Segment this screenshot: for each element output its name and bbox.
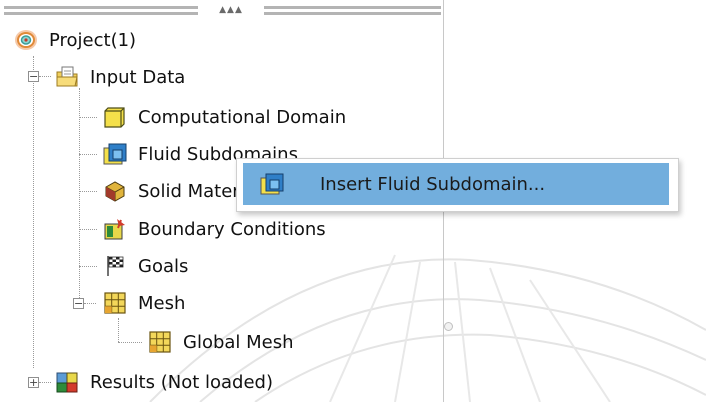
tree-line: [79, 154, 97, 155]
tree-item-boundary-conditions[interactable]: Boundary Conditions: [103, 213, 326, 245]
tree-item-label: Goals: [138, 255, 189, 277]
tree-line: [118, 318, 119, 342]
tree-item-label: Project(1): [49, 29, 137, 51]
panel-splitter[interactable]: ▲▲▲: [4, 4, 441, 18]
tree-item-project[interactable]: Project(1): [14, 24, 136, 56]
tree-item-label: Mesh: [138, 292, 186, 314]
tree-line: [79, 191, 97, 192]
collapse-mesh-button[interactable]: −: [73, 298, 84, 309]
tree-item-computational-domain[interactable]: Computational Domain: [103, 101, 346, 133]
project-icon: [15, 30, 37, 50]
collapse-input-data-button[interactable]: −: [28, 71, 39, 82]
fluid-subdomain-icon: [260, 173, 284, 195]
tree-line: [33, 56, 34, 368]
tree-item-goals[interactable]: Goals: [103, 250, 188, 282]
tree-item-input-data[interactable]: Input Data: [55, 61, 185, 93]
tree-item-label: Computational Domain: [138, 106, 347, 128]
fluid-subdomain-icon: [103, 143, 127, 165]
tree-item-mesh[interactable]: Mesh: [103, 287, 185, 319]
context-menu: Insert Fluid Subdomain...: [236, 158, 679, 212]
resize-handle-icon[interactable]: [444, 322, 453, 331]
folder-input-icon: [56, 66, 78, 87]
insert-fluid-subdomain-menu-item[interactable]: Insert Fluid Subdomain...: [243, 163, 669, 205]
expand-results-button[interactable]: +: [28, 377, 39, 388]
tree-item-label: Results (Not loaded): [90, 371, 273, 393]
tree-line: [39, 76, 51, 77]
solid-material-icon: [105, 181, 125, 202]
tree-line: [79, 229, 97, 230]
menu-item-label: Insert Fluid Subdomain...: [320, 173, 546, 195]
tree-item-label: Global Mesh: [183, 331, 294, 353]
tree-line: [84, 303, 96, 304]
mesh-icon: [149, 331, 171, 353]
mesh-icon: [104, 292, 126, 314]
tree-line: [39, 382, 51, 383]
tree-line: [79, 266, 97, 267]
tree-line: [118, 342, 142, 343]
tree-item-label: Input Data: [90, 66, 186, 88]
tree-item-global-mesh[interactable]: Global Mesh: [148, 326, 294, 358]
tree-item-label: Boundary Conditions: [138, 218, 326, 240]
tree-item-results[interactable]: Results (Not loaded): [55, 366, 273, 398]
results-icon: [56, 372, 78, 393]
boundary-conditions-icon: [104, 219, 125, 240]
domain-box-icon: [104, 107, 125, 128]
splitter-grip-icon[interactable]: ▲▲▲: [198, 4, 264, 18]
goals-flag-icon: [107, 256, 124, 276]
tree-line: [79, 117, 97, 118]
tree-line: [79, 88, 80, 300]
